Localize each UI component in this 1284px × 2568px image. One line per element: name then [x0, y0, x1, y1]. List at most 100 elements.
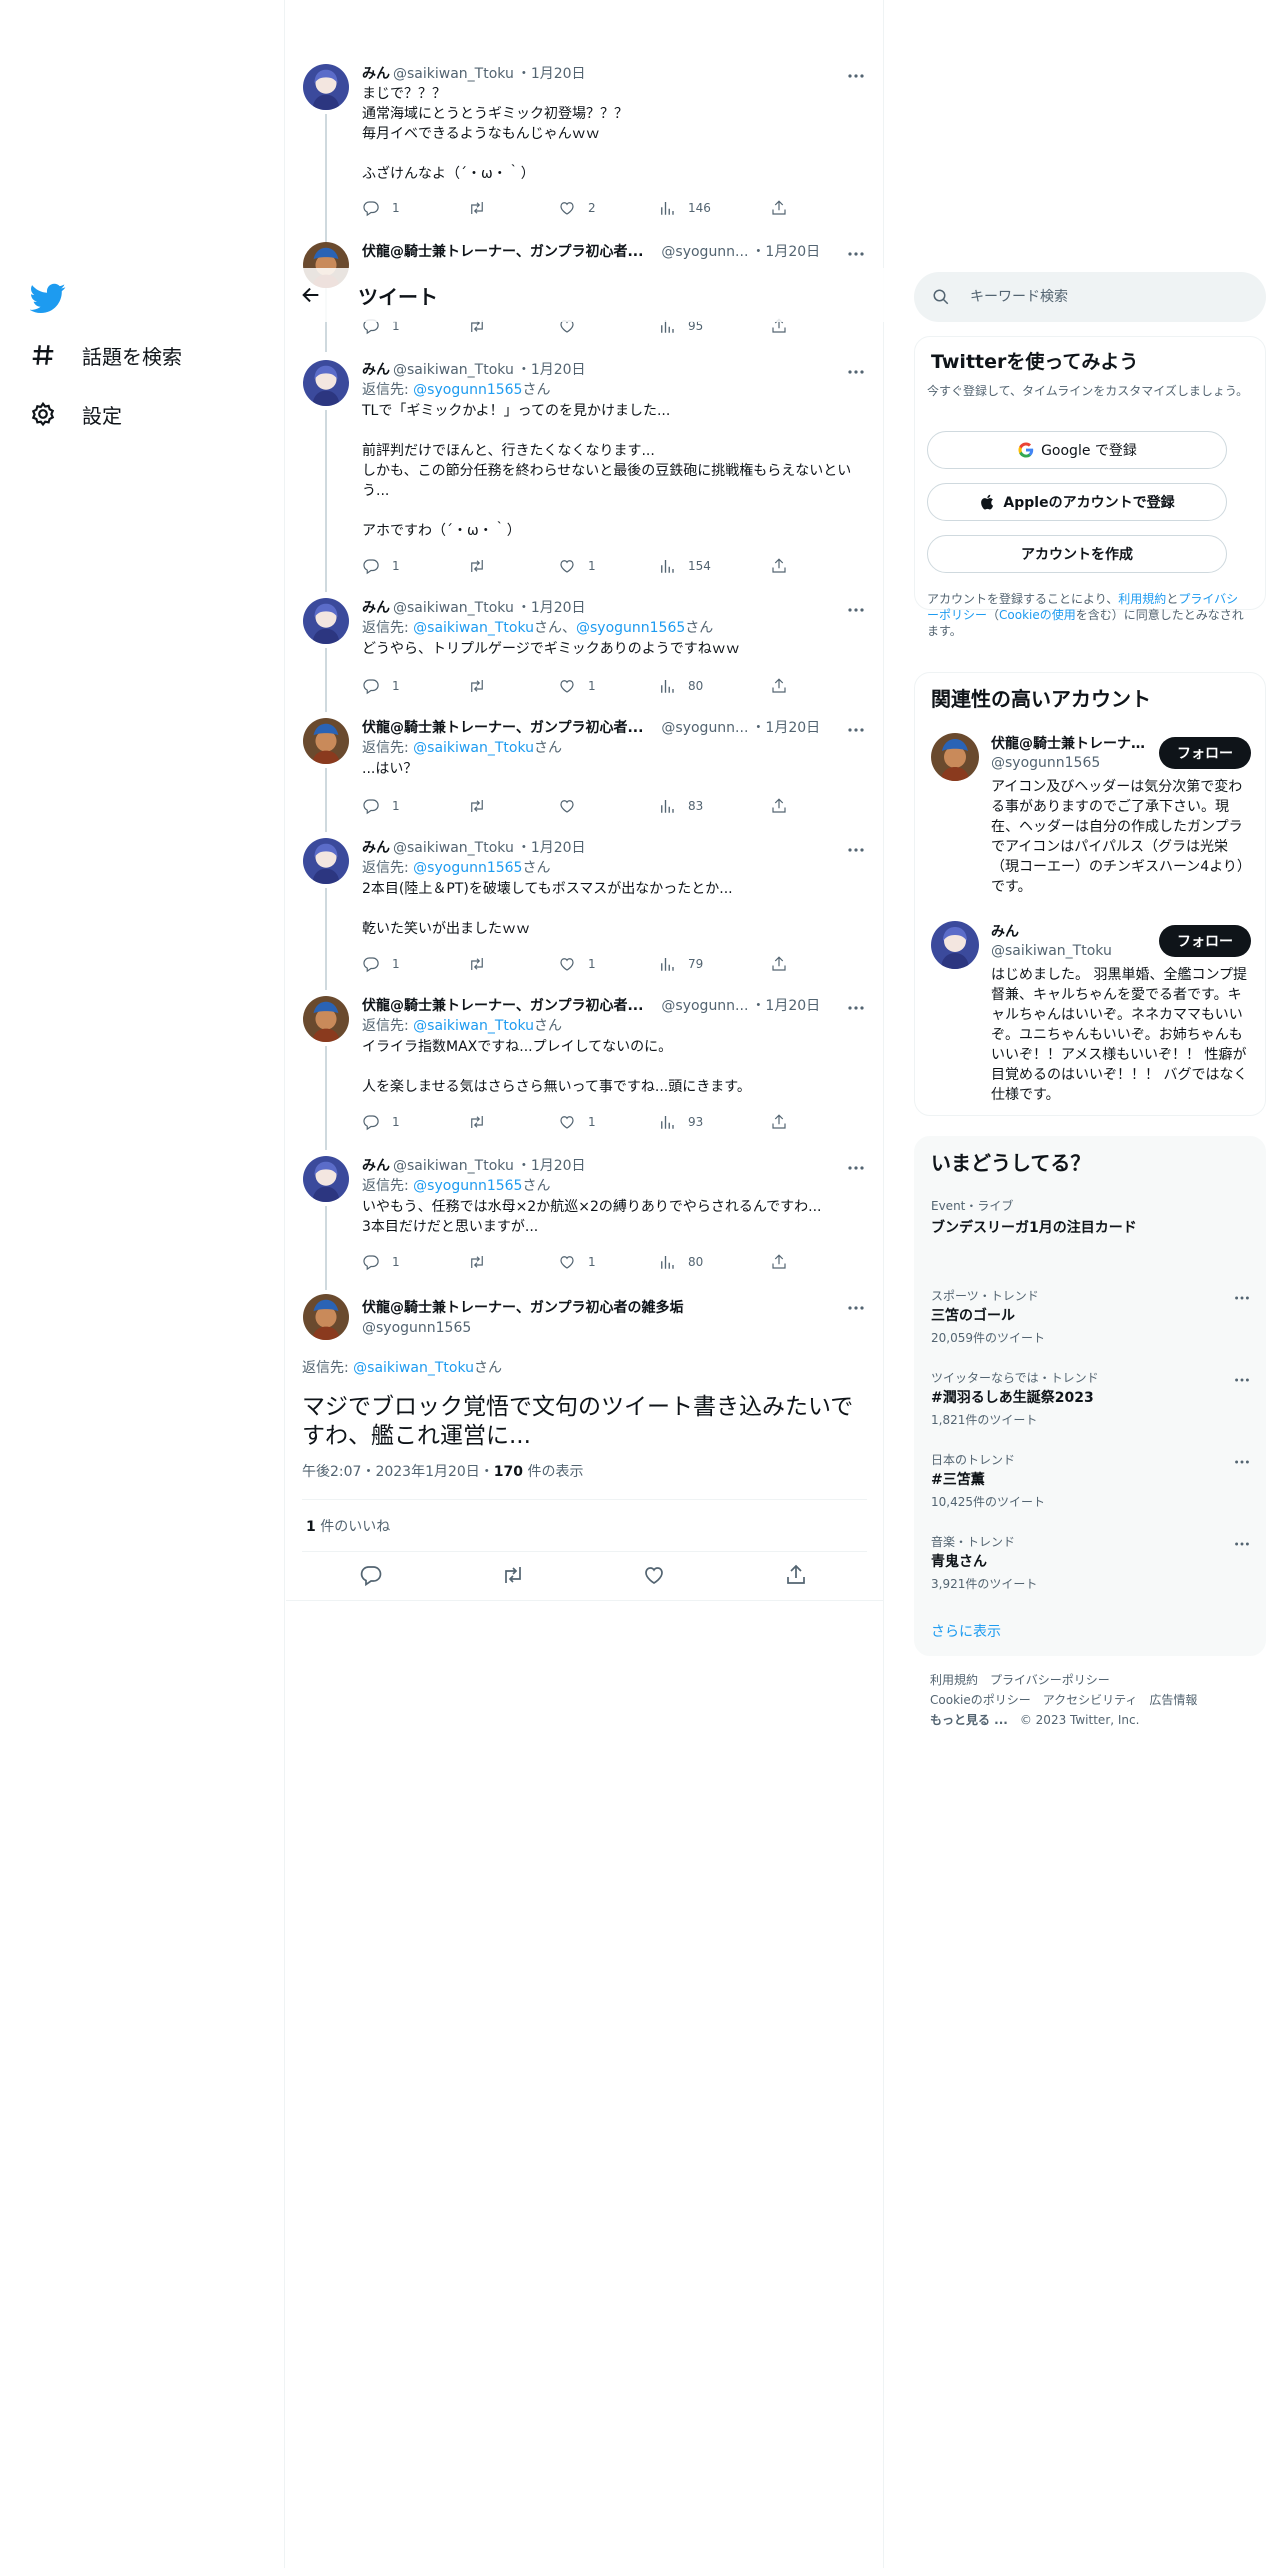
views-button[interactable]: 154 [658, 557, 711, 575]
views-button[interactable]: 83 [658, 797, 703, 815]
create-account-button[interactable]: アカウントを作成 [927, 535, 1227, 573]
tweet[interactable]: 伏龍@騎士兼トレーナー、ガンプラ初心者... @syogunn... ・1月20日 … [286, 712, 884, 832]
apple-signup-button[interactable]: Appleのアカウントで登録 [927, 483, 1227, 521]
tweet-date[interactable]: ・1月20日 [751, 996, 820, 1016]
like-button[interactable]: 1 [558, 677, 596, 695]
retweet-icon[interactable] [501, 1563, 525, 1587]
tweet[interactable]: みん @saikiwan_Ttoku ・1月20日 返信先: @syogunn156… [286, 832, 884, 990]
retweet-button[interactable] [468, 557, 498, 575]
nav-settings[interactable]: 設定 [30, 394, 122, 434]
reply-to-link[interactable]: @syogunn1565 [413, 382, 522, 398]
avatar[interactable] [931, 921, 979, 969]
account-handle[interactable]: @saikiwan_Ttoku [991, 943, 1112, 959]
more-icon[interactable] [846, 840, 866, 860]
like-button[interactable]: 2 [558, 199, 596, 217]
tweet[interactable]: みん @saikiwan_Ttoku ・1月20日 返信先: @saikiwan_T… [286, 592, 884, 712]
follow-button[interactable]: フォロー [1159, 737, 1251, 769]
reply-to-link[interactable]: @saikiwan_Ttoku [353, 1360, 474, 1376]
avatar[interactable] [303, 1156, 349, 1202]
retweet-button[interactable] [468, 797, 498, 815]
views-button[interactable]: 93 [658, 1113, 703, 1131]
tweet-author-handle[interactable]: @syogunn... [661, 996, 748, 1016]
retweet-button[interactable] [468, 677, 498, 695]
tweet[interactable]: みん @saikiwan_Ttoku ・1月20日 返信先: @syogunn156… [286, 1150, 884, 1290]
share-icon[interactable] [784, 1563, 808, 1587]
share-button[interactable] [770, 557, 788, 575]
avatar[interactable] [303, 598, 349, 644]
tweet-author-name[interactable]: 伏龍@騎士兼トレーナー、ガンプラ初心者... [362, 718, 643, 738]
avatar[interactable] [303, 838, 349, 884]
tweet-author-name[interactable]: みん [362, 64, 390, 84]
more-icon[interactable] [846, 1158, 866, 1178]
trend-name[interactable]: 三笘のゴール [931, 1305, 1015, 1325]
more-icon[interactable] [846, 600, 866, 620]
share-button[interactable] [770, 955, 788, 973]
follow-button[interactable]: フォロー [1159, 925, 1251, 957]
like-button[interactable]: 1 [558, 1253, 596, 1271]
share-button[interactable] [770, 199, 788, 217]
tweet-author-name[interactable]: みん [362, 598, 390, 618]
avatar[interactable] [303, 718, 349, 764]
tweet-author-name[interactable]: みん [362, 838, 390, 858]
footer-link[interactable]: 利用規約 [930, 1673, 978, 1687]
tweet-author-handle[interactable]: @saikiwan_Ttoku [393, 1156, 514, 1176]
reply-button[interactable]: 1 [362, 1113, 400, 1131]
reply-to-link[interactable]: @syogunn1565 [413, 1178, 522, 1194]
views-button[interactable]: 79 [658, 955, 703, 973]
footer-link[interactable]: Cookieのポリシー [930, 1693, 1031, 1707]
tweet-date[interactable]: ・1月20日 [517, 360, 586, 380]
account-handle[interactable]: @syogunn1565 [991, 755, 1100, 771]
focused-author-name[interactable]: 伏龍@騎士兼トレーナー、ガンプラ初心者の雑多垢 [362, 1298, 683, 1318]
reply-to-link[interactable]: @saikiwan_Ttoku [413, 620, 534, 636]
reply-button[interactable]: 1 [362, 557, 400, 575]
reply-to-link[interactable]: @syogunn1565 [413, 860, 522, 876]
back-arrow-icon[interactable] [300, 284, 322, 306]
tweet[interactable]: みん @saikiwan_Ttoku ・1月20日 返信先: @syogunn156… [286, 354, 884, 592]
views-button[interactable]: 146 [658, 199, 711, 217]
tweet-author-name[interactable]: 伏龍@騎士兼トレーナー、ガンプラ初心者... [362, 996, 643, 1016]
views-button[interactable]: 80 [658, 1253, 703, 1271]
account-name[interactable]: みん [991, 921, 1151, 941]
reply-button[interactable]: 1 [362, 955, 400, 973]
avatar[interactable] [931, 733, 979, 781]
tweet-date[interactable]: ・1月20日 [517, 838, 586, 858]
share-button[interactable] [770, 1113, 788, 1131]
tweet[interactable]: みん @saikiwan_Ttoku ・1月20日 まじで？？？ 通常海域にとうとう… [286, 58, 884, 294]
like-icon[interactable] [642, 1563, 666, 1587]
footer-link[interactable]: 広告情報 [1149, 1693, 1197, 1707]
more-icon[interactable] [1233, 1453, 1251, 1471]
twitter-logo-icon[interactable] [30, 280, 66, 316]
tweet-author-name[interactable]: 伏龍@騎士兼トレーナー、ガンプラ初心者... [362, 242, 643, 262]
reply-to-link[interactable]: @syogunn1565 [576, 620, 685, 636]
footer-link[interactable]: アクセシビリティ [1043, 1693, 1138, 1707]
tweet-author-name[interactable]: みん [362, 360, 390, 380]
tweet-date[interactable]: ・1月20日 [517, 64, 586, 84]
share-button[interactable] [770, 797, 788, 815]
share-button[interactable] [770, 677, 788, 695]
terms-link[interactable]: 利用規約 [1118, 592, 1166, 606]
more-icon[interactable] [1233, 1535, 1251, 1553]
like-button[interactable]: 1 [558, 955, 596, 973]
share-button[interactable] [770, 1253, 788, 1271]
tweet-date[interactable]: ・1月20日 [751, 242, 820, 262]
more-icon[interactable] [1233, 1371, 1251, 1389]
tweet-author-handle[interactable]: @syogunn... [661, 242, 748, 262]
trend-event[interactable]: ブンデスリーガ1月の注目カード [931, 1217, 1137, 1237]
nav-explore[interactable]: 話題を検索 [30, 335, 182, 375]
retweet-button[interactable] [468, 955, 498, 973]
more-icon[interactable] [1233, 1289, 1251, 1307]
reply-button[interactable]: 1 [362, 677, 400, 695]
like-button[interactable]: 1 [558, 1113, 596, 1131]
more-icon[interactable] [846, 66, 866, 86]
trend-name[interactable]: #三笘薫 [931, 1469, 985, 1489]
avatar[interactable] [303, 360, 349, 406]
more-icon[interactable] [846, 720, 866, 740]
tweet-date[interactable]: ・1月20日 [751, 718, 820, 738]
more-icon[interactable] [846, 362, 866, 382]
tweet-author-name[interactable]: みん [362, 1156, 390, 1176]
avatar[interactable] [303, 64, 349, 110]
tweet-author-handle[interactable]: @saikiwan_Ttoku [393, 838, 514, 858]
search-input[interactable] [970, 284, 1240, 310]
more-icon[interactable] [846, 244, 866, 264]
tweet-date[interactable]: ・1月20日 [517, 1156, 586, 1176]
